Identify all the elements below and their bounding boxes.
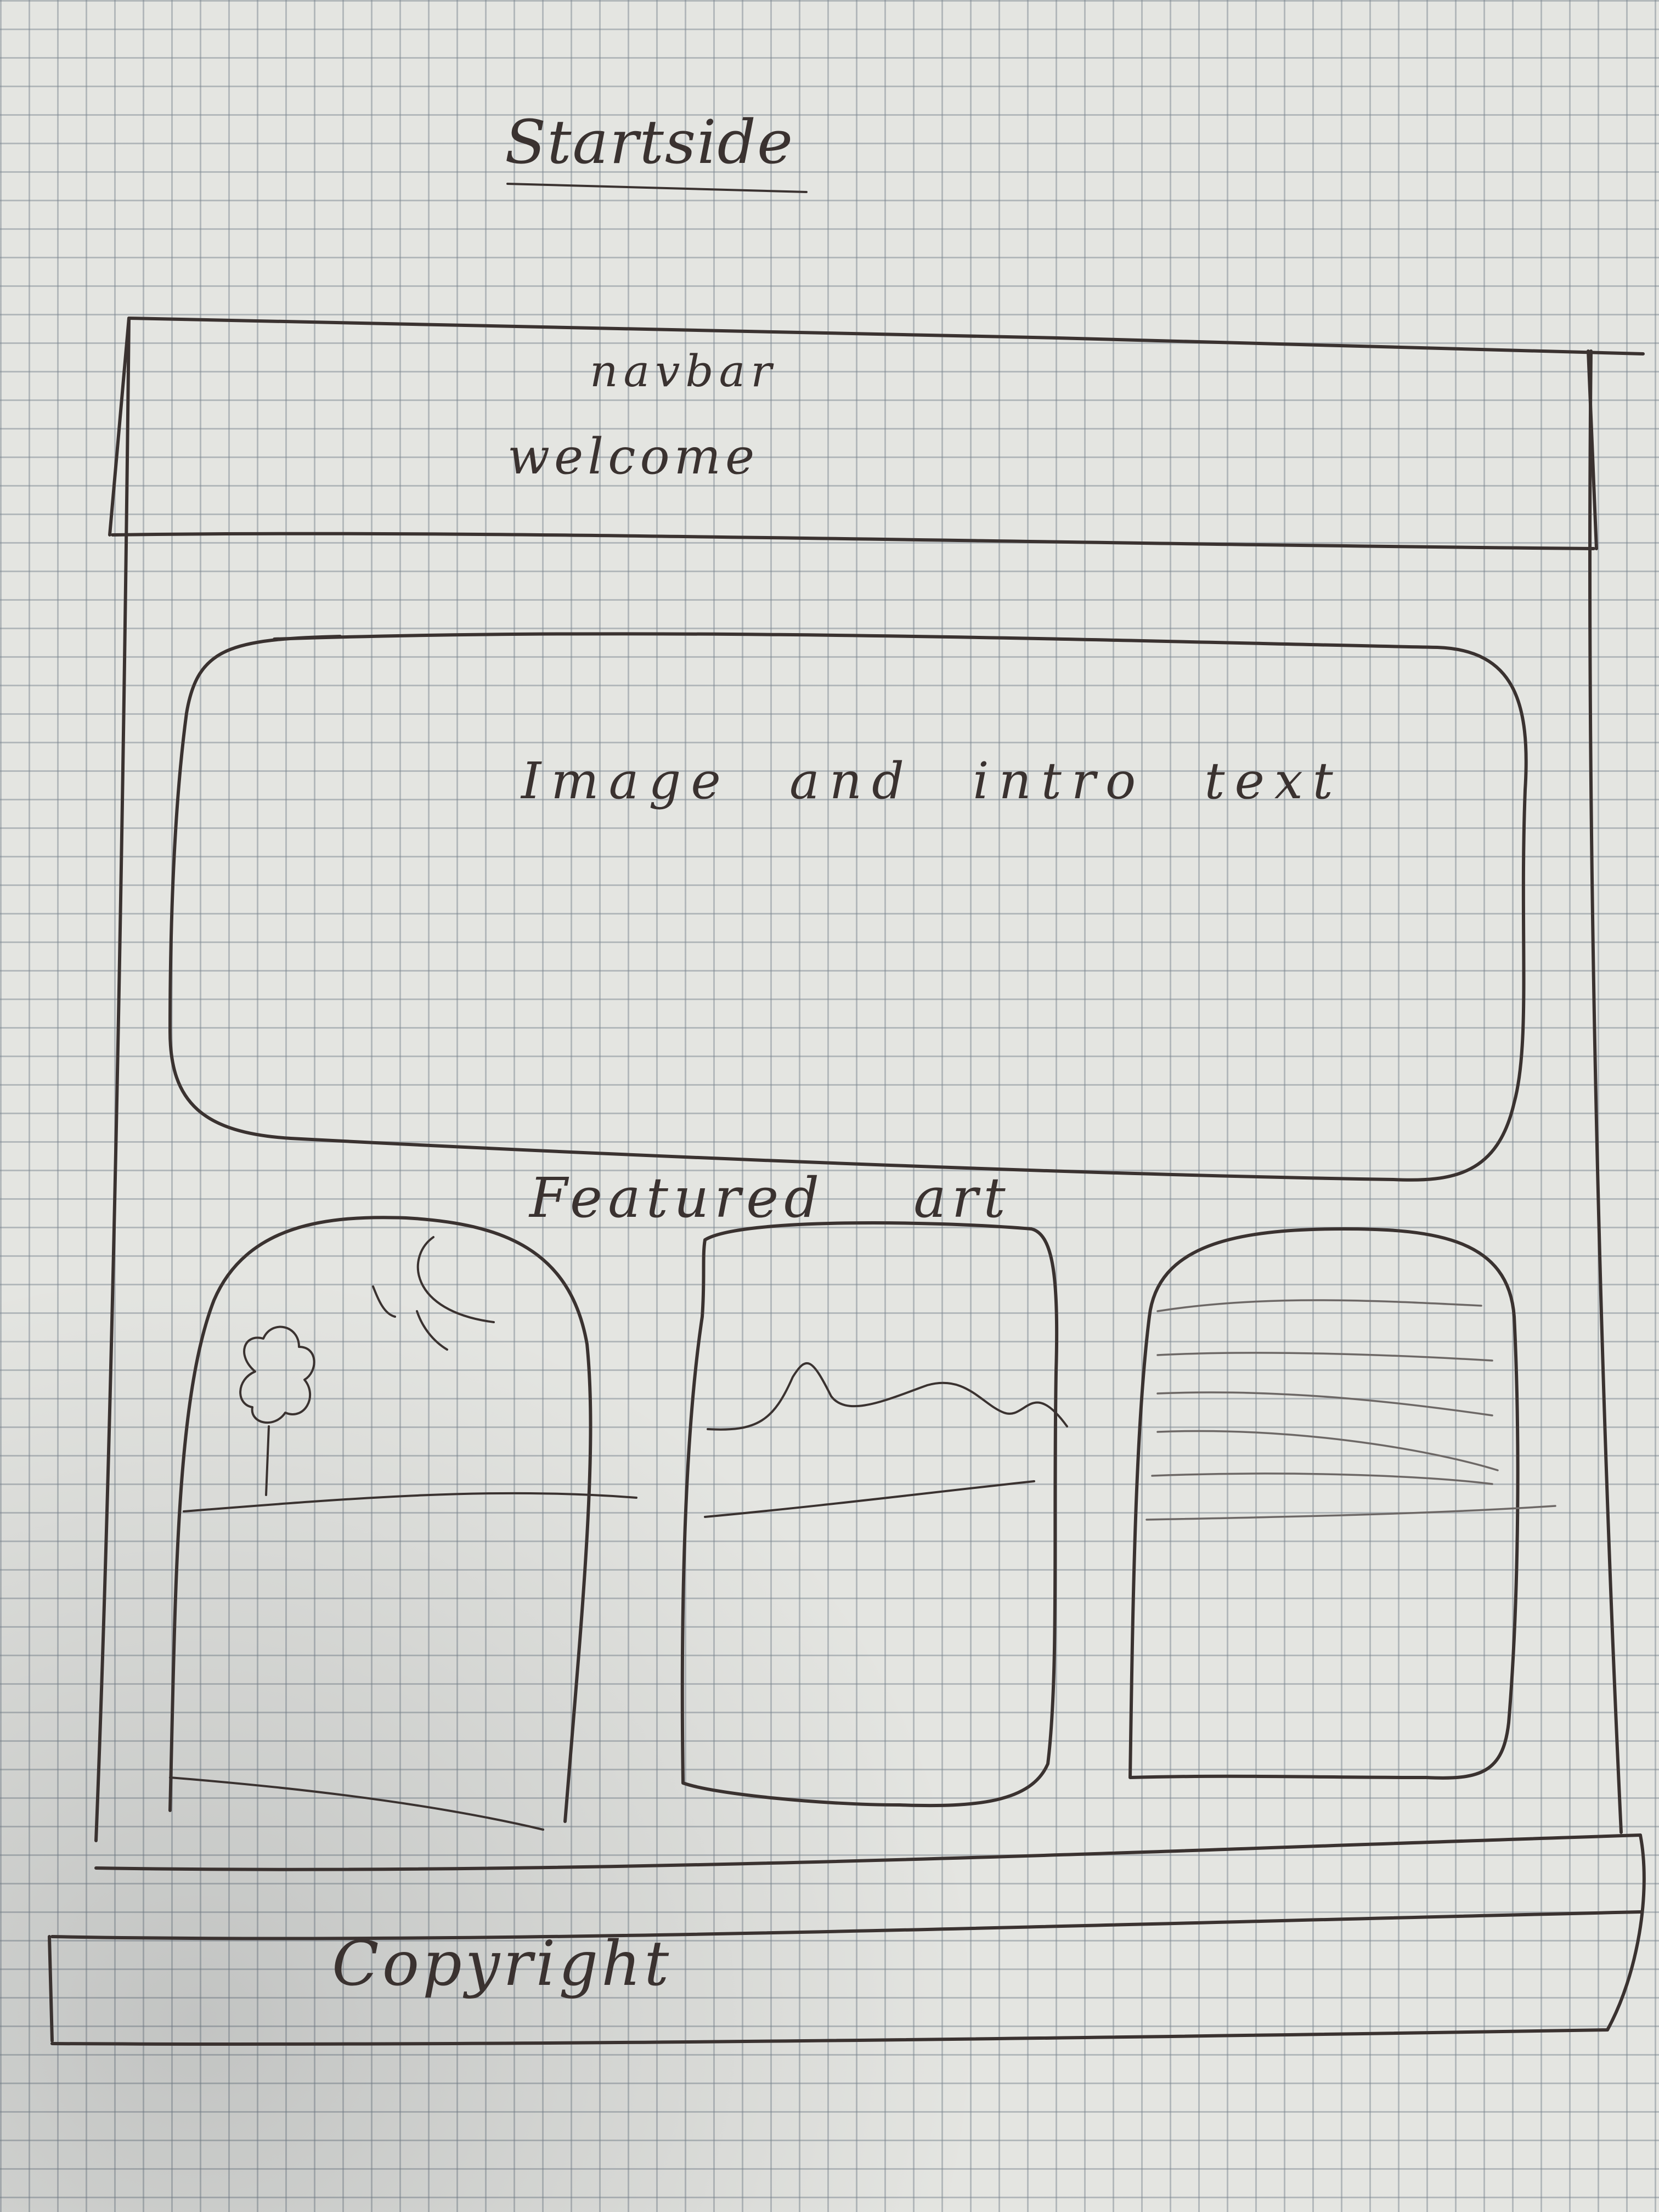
card-1-ground	[183, 1492, 637, 1513]
moon-icon	[372, 1236, 495, 1351]
card-3-line-1	[1156, 1299, 1482, 1312]
card-3-line-6	[1146, 1505, 1556, 1521]
card-3-line-4	[1156, 1430, 1499, 1471]
card-2-ground	[704, 1480, 1035, 1518]
card-1-bottom	[169, 1776, 544, 1831]
welcome-label: welcome	[507, 428, 759, 486]
card-3-outline	[1128, 1227, 1520, 1780]
header-box-top	[127, 317, 1645, 356]
hero-label: Image and intro text	[521, 752, 1343, 810]
footer-left	[48, 1935, 54, 2042]
wireframe-sketch	[48, 183, 1646, 2046]
footer-top	[94, 1833, 1642, 1871]
footer-bottom	[50, 2028, 1609, 2046]
footer-band	[50, 1910, 1642, 1940]
footer-right	[1606, 1833, 1646, 2032]
copyright-label: Copyright	[332, 1928, 673, 2000]
page-frame-left	[94, 317, 131, 1842]
card-2-wave	[707, 1362, 1068, 1431]
card-3-line-2	[1156, 1352, 1493, 1362]
hero-box	[168, 632, 1528, 1182]
card-3-line-5	[1151, 1472, 1493, 1485]
card-3-line-3	[1156, 1391, 1493, 1417]
header-box-bottom	[111, 532, 1595, 550]
navbar-label: navbar	[590, 346, 777, 397]
title-underline	[506, 183, 808, 193]
card-1-outline	[168, 1216, 592, 1823]
page-frame-right	[1588, 349, 1623, 1834]
tree-icon	[239, 1325, 315, 1496]
featured-art-label: Featured art	[529, 1166, 1011, 1230]
page-title: Startside	[505, 107, 794, 177]
